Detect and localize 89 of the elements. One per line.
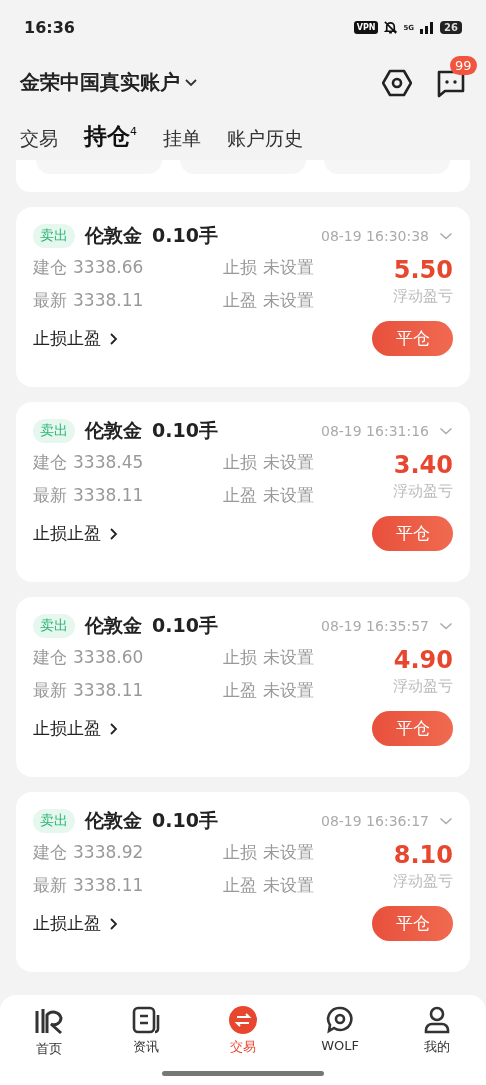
symbol-name: 伦敦金 [85,418,142,443]
stop-loss-value: 未设置 [263,256,314,279]
field-label: 建仓 [33,646,68,669]
field-label: 最新 [33,289,68,312]
field-label: 建仓 [33,841,68,864]
take-profit-value: 未设置 [263,874,314,897]
field-label: 止损 [223,841,258,864]
nav-item[interactable]: 交易 [212,1005,273,1085]
chevron-down-icon [184,77,198,88]
sl-tp-link[interactable]: 止损止盈 [33,912,118,935]
chevron-down-icon[interactable] [439,621,453,631]
stop-loss-value: 未设置 [263,646,314,669]
tab[interactable]: 交易 [20,126,58,152]
take-profit-value: 未设置 [263,679,314,702]
chevron-down-icon[interactable] [439,426,453,436]
field-label: 止损 [223,646,258,669]
floating-pnl: 4.90 [393,645,453,675]
field-label: 建仓 [33,256,68,279]
take-profit-value: 未设置 [263,289,314,312]
side-tag: 卖出 [33,224,75,248]
field-label: 止盈 [223,484,258,507]
notification-badge: 99 [450,55,477,75]
bell-muted-icon [383,20,399,35]
open-time: 08-19 16:30:38 [321,228,429,244]
nav-item[interactable]: 我的 [407,1005,468,1085]
field-label: 止损 [223,451,258,474]
signal-icon [419,21,436,34]
symbol-name: 伦敦金 [85,613,142,638]
side-tag: 卖出 [33,809,75,833]
chevron-right-icon [109,721,118,736]
field-label: 最新 [33,484,68,507]
latest-price: 3338.11 [73,679,145,702]
open-price: 3338.45 [73,451,145,474]
stop-loss-value: 未设置 [263,451,314,474]
field-label: 止损 [223,256,258,279]
open-time: 08-19 16:36:17 [321,813,429,829]
news-icon [130,1005,161,1035]
field-label: 止盈 [223,679,258,702]
tab[interactable]: 持仓$^{4}$ [84,121,137,152]
field-label: 止盈 [223,874,258,897]
field-label: 建仓 [33,451,68,474]
nav-item[interactable]: 资讯 [115,1005,176,1085]
floating-pnl: 5.50 [393,255,453,285]
stop-loss-value: 未设置 [263,841,314,864]
pnl-label: 浮动盈亏 [393,872,453,891]
chat-bubble-icon [325,1005,356,1035]
lot-size: 0.10手 [152,223,218,248]
lot-size: 0.10手 [152,808,218,833]
take-profit-value: 未设置 [263,484,314,507]
battery-indicator: 26 [440,21,462,34]
chevron-down-icon[interactable] [439,231,453,241]
open-time: 08-19 16:35:57 [321,618,429,634]
chevron-right-icon [109,526,118,541]
latest-price: 3338.11 [73,874,145,897]
lot-size: 0.10手 [152,418,218,443]
tab[interactable]: 挂单 [163,126,201,152]
field-label: 止盈 [223,289,258,312]
vpn-indicator: VPN [353,21,379,34]
status-time: 16:36 [24,18,75,37]
pnl-label: 浮动盈亏 [393,482,453,501]
chevron-right-icon [109,916,118,931]
latest-price: 3338.11 [73,484,145,507]
chevron-down-icon[interactable] [439,816,453,826]
settings-icon[interactable] [382,67,412,98]
floating-pnl: 8.10 [393,840,453,870]
swap-icon [227,1005,258,1035]
tab[interactable]: 账户历史 [227,126,303,152]
chevron-right-icon [109,331,118,346]
symbol-name: 伦敦金 [85,223,142,248]
field-label: 最新 [33,679,68,702]
floating-pnl: 3.40 [393,450,453,480]
symbol-name: 伦敦金 [85,808,142,833]
pnl-label: 浮动盈亏 [393,677,453,696]
nav-item[interactable]: 首页 [18,1005,79,1085]
account-selector[interactable]: 金荣中国真实账户 [20,69,198,96]
open-price: 3338.92 [73,841,145,864]
nav-item[interactable]: WOLF [310,1005,371,1085]
pnl-label: 浮动盈亏 [393,287,453,306]
open-price: 3338.60 [73,646,145,669]
open-time: 08-19 16:31:16 [321,423,429,439]
lot-size: 0.10手 [152,613,218,638]
sl-tp-link[interactable]: 止损止盈 [33,717,118,740]
sl-tp-link[interactable]: 止损止盈 [33,522,118,545]
side-tag: 卖出 [33,614,75,638]
sl-tp-link[interactable]: 止损止盈 [33,327,118,350]
side-tag: 卖出 [33,419,75,443]
latest-price: 3338.11 [73,289,145,312]
field-label: 最新 [33,874,68,897]
open-price: 3338.66 [73,256,145,279]
